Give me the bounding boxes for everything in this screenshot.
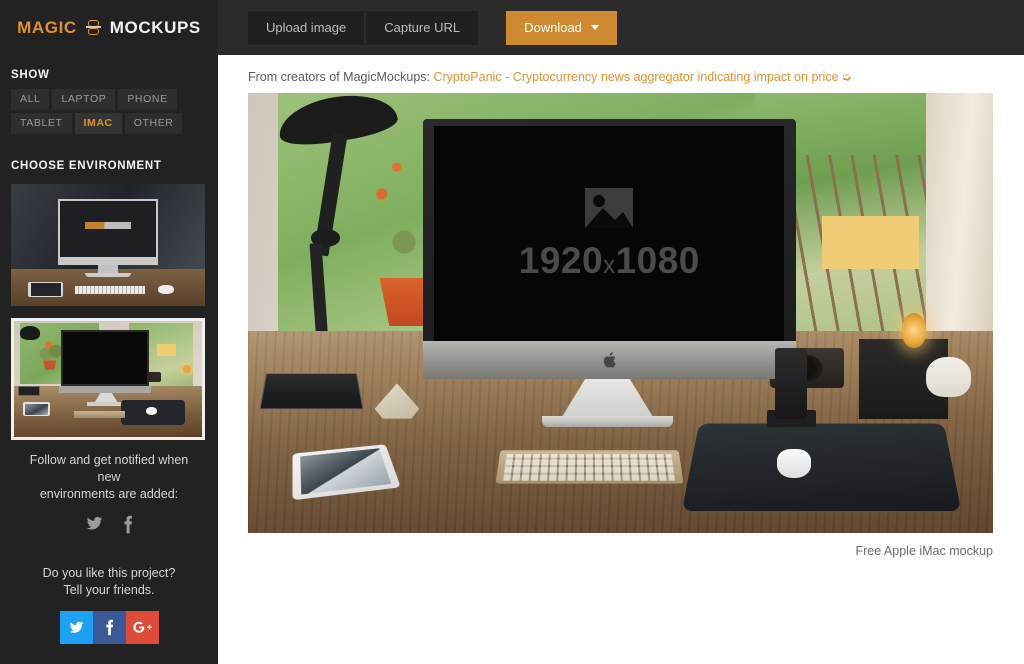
promo-prefix: From creators of MagicMockups: bbox=[248, 70, 430, 84]
share-prompt-line1: Do you like this project? bbox=[42, 566, 176, 580]
mockup-image[interactable]: 1920x1080 bbox=[248, 93, 993, 533]
follow-text: Follow and get notified when new environ… bbox=[11, 452, 207, 503]
image-placeholder-icon bbox=[585, 188, 634, 229]
follow-text-line2: environments are added: bbox=[39, 487, 179, 501]
facebook-icon[interactable] bbox=[122, 515, 134, 539]
sidebar-sections: SHOW ALL LAPTOP PHONE TABLET IMAC OTHER … bbox=[0, 69, 218, 644]
top-toolbar: Upload image Capture URL Download bbox=[218, 0, 1024, 55]
main-content: Upload image Capture URL Download From c… bbox=[218, 0, 1024, 664]
environment-thumb-window-imac-desk[interactable] bbox=[11, 318, 205, 440]
mockup-preview-area: 1920x1080 bbox=[218, 84, 1024, 533]
brand-name-first: MAGIC bbox=[17, 17, 77, 37]
apple-logo-icon bbox=[603, 352, 616, 368]
show-heading: SHOW bbox=[11, 69, 50, 81]
imac-chin bbox=[423, 341, 796, 379]
magic-mockups-app: MAGIC MOCKUPS SHOW ALL LAPTOP PHONE TABL… bbox=[0, 0, 1024, 664]
upload-image-button[interactable]: Upload image bbox=[248, 10, 365, 45]
environment-list bbox=[11, 184, 207, 440]
filter-imac[interactable]: IMAC bbox=[74, 113, 122, 134]
promo-link[interactable]: CryptoPanic - Cryptocurrency news aggreg… bbox=[433, 70, 838, 84]
follow-icon-group bbox=[11, 515, 207, 539]
placeholder-resolution: 1920x1080 bbox=[519, 240, 700, 282]
chevron-down-icon bbox=[590, 25, 599, 30]
share-prompt: Do you like this project? Tell your frie… bbox=[11, 565, 207, 599]
download-button-label: Download bbox=[524, 19, 582, 35]
sidebar: MAGIC MOCKUPS SHOW ALL LAPTOP PHONE TABL… bbox=[0, 0, 218, 664]
edison-bulb-lamp bbox=[902, 313, 926, 349]
external-link-arrow-icon: ➭ bbox=[841, 70, 852, 84]
brand-name-second: MOCKUPS bbox=[109, 17, 201, 37]
terrarium bbox=[259, 373, 364, 410]
placeholder-width: 1920 bbox=[518, 240, 604, 282]
follow-text-line1: Follow and get notified when new bbox=[29, 453, 189, 484]
promo-banner: From creators of MagicMockups: CryptoPan… bbox=[218, 55, 1024, 84]
filter-laptop[interactable]: LAPTOP bbox=[52, 89, 116, 110]
imac-stand-base bbox=[542, 415, 673, 427]
filter-other[interactable]: OTHER bbox=[124, 113, 183, 134]
mousepad bbox=[682, 423, 962, 512]
twitter-share-button[interactable] bbox=[59, 611, 93, 644]
device-filter-group: ALL LAPTOP PHONE TABLET IMAC OTHER bbox=[11, 89, 207, 134]
googleplus-share-button[interactable] bbox=[125, 611, 159, 644]
environment-thumb-dark-imac-desk[interactable] bbox=[11, 184, 205, 306]
imac-screen-placeholder[interactable]: 1920x1080 bbox=[434, 126, 785, 343]
white-bear-figurine bbox=[925, 357, 971, 397]
magic-mockups-mark-icon bbox=[85, 19, 101, 36]
yellow-sign bbox=[821, 216, 919, 269]
share-prompt-line2: Tell your friends. bbox=[63, 583, 155, 597]
twitter-icon[interactable] bbox=[85, 515, 104, 539]
choose-environment-heading: CHOOSE ENVIRONMENT bbox=[11, 160, 162, 172]
smartphone bbox=[775, 348, 807, 419]
magic-mouse bbox=[776, 449, 812, 478]
placeholder-separator: x bbox=[603, 252, 616, 280]
share-button-group bbox=[11, 611, 207, 644]
placeholder-height: 1080 bbox=[615, 240, 700, 282]
filter-phone[interactable]: PHONE bbox=[118, 89, 177, 110]
facebook-share-button[interactable] bbox=[92, 611, 126, 644]
keyboard bbox=[495, 450, 683, 485]
mockup-caption: Free Apple iMac mockup bbox=[855, 544, 993, 558]
brand-logo[interactable]: MAGIC MOCKUPS bbox=[0, 0, 218, 55]
filter-tablet[interactable]: TABLET bbox=[11, 113, 72, 134]
download-button[interactable]: Download bbox=[506, 10, 617, 45]
capture-url-button[interactable]: Capture URL bbox=[366, 10, 479, 45]
filter-all[interactable]: ALL bbox=[11, 89, 50, 110]
